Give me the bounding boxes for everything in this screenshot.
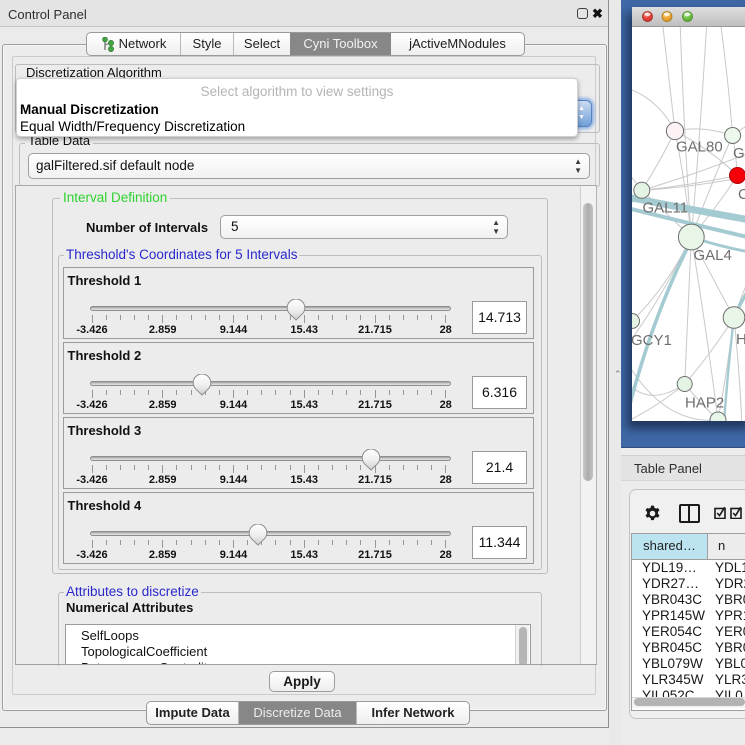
svg-text:GAL2: GAL2: [733, 145, 745, 162]
svg-text:C: C: [738, 186, 745, 203]
svg-text:GAL4: GAL4: [694, 247, 732, 264]
svg-text:GCY1: GCY1: [632, 332, 672, 349]
svg-text:HA: HA: [736, 331, 745, 348]
svg-text:HAP2: HAP2: [685, 395, 724, 412]
svg-text:GAL80: GAL80: [676, 139, 723, 156]
svg-text:GAL11: GAL11: [643, 200, 689, 217]
